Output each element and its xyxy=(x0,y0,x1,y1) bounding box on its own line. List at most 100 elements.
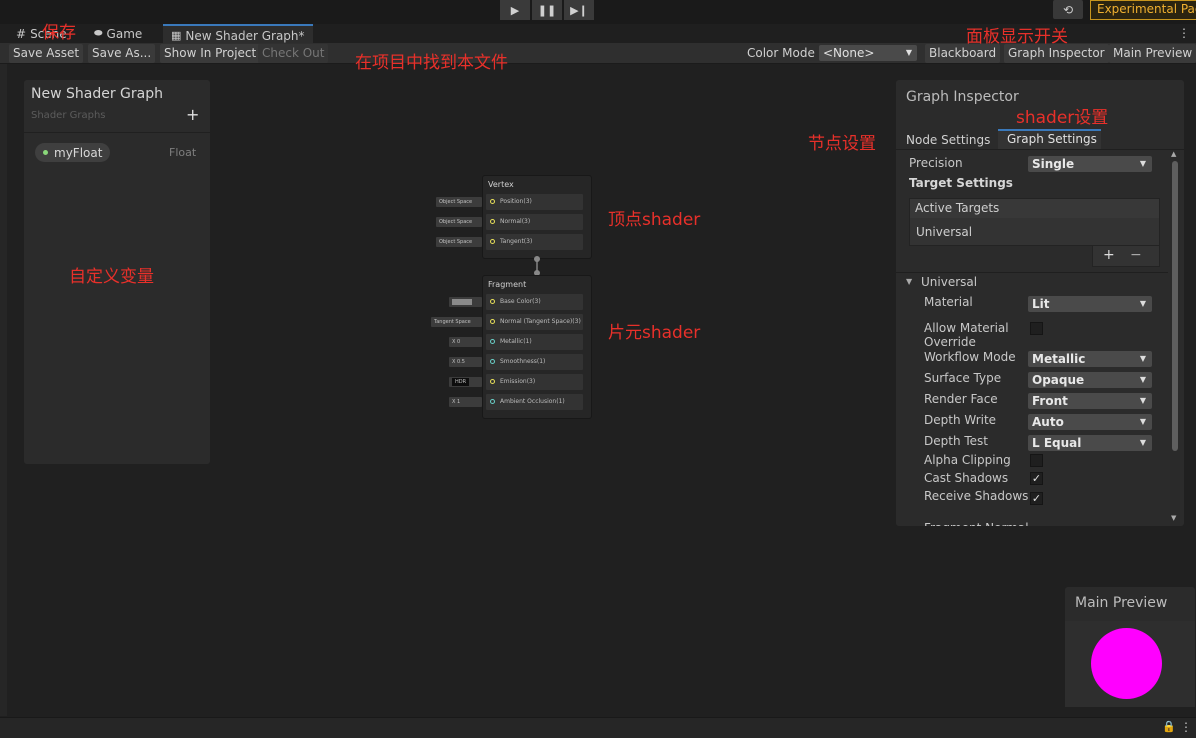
divider xyxy=(24,132,210,133)
history-button[interactable]: ⟲ xyxy=(1053,0,1083,19)
slot-port[interactable] xyxy=(490,239,495,244)
chevron-down-icon: ▼ xyxy=(1139,375,1146,384)
setting-value: Auto xyxy=(1032,415,1064,429)
slot-input-pin[interactable]: X 1 xyxy=(449,397,482,407)
setting-dropdown[interactable]: L Equal ▼ xyxy=(1028,435,1152,451)
property-pill[interactable]: myFloat xyxy=(35,143,111,162)
color-swatch[interactable] xyxy=(452,299,472,305)
annotation-shader-settings: shader设置 xyxy=(1016,108,1109,128)
setting-dropdown[interactable]: Auto ▼ xyxy=(1028,414,1152,430)
step-icon: ▶❙ xyxy=(570,3,588,17)
inspector-scrollbar[interactable]: ▲ ▼ xyxy=(1170,150,1180,526)
pause-icon: ❚❚ xyxy=(537,3,557,17)
slot-input-pin[interactable]: X 0 xyxy=(449,337,482,347)
plus-icon[interactable]: + xyxy=(1103,247,1115,263)
pause-button[interactable]: ❚❚ xyxy=(532,0,562,20)
fragment-slot[interactable]: Metallic(1) xyxy=(486,334,583,350)
slot-input-pin[interactable]: Object Space xyxy=(436,217,482,227)
slot-port[interactable] xyxy=(490,319,495,324)
slot-port[interactable] xyxy=(490,299,495,304)
slot-port[interactable] xyxy=(490,359,495,364)
annotation-find-in-project: 在项目中找到本文件 xyxy=(355,53,508,73)
setting-checkbox[interactable] xyxy=(1030,322,1043,335)
precision-dropdown[interactable]: Single ▼ xyxy=(1028,156,1152,172)
setting-dropdown[interactable]: Lit ▼ xyxy=(1028,296,1152,312)
experimental-packages-button[interactable]: Experimental Pac xyxy=(1090,0,1196,20)
fragment-slot[interactable]: Normal (Tangent Space)(3) xyxy=(486,314,583,330)
history-icon: ⟲ xyxy=(1062,2,1074,17)
scroll-up-icon[interactable]: ▲ xyxy=(1171,150,1176,158)
color-mode-dropdown[interactable]: <None> ▼ xyxy=(819,45,917,61)
setting-value: L Equal xyxy=(1032,436,1082,450)
play-icon: ▶ xyxy=(510,3,520,17)
color-mode-label: Color Mode xyxy=(747,46,815,60)
more-vert-icon[interactable]: ⋮ xyxy=(1180,720,1192,734)
fragment-slot[interactable]: Base Color(3) xyxy=(486,294,583,310)
slot-port[interactable] xyxy=(490,199,495,204)
annotation-fragment-shader: 片元shader xyxy=(608,323,701,343)
setting-checkbox[interactable]: ✓ xyxy=(1030,492,1043,505)
show-in-project-button[interactable]: Show In Project xyxy=(160,44,261,63)
annotation-save: 保存 xyxy=(42,23,76,43)
tab-graph-settings[interactable]: Graph Settings xyxy=(998,129,1101,149)
vertex-slot[interactable]: Tangent(3) xyxy=(486,234,583,250)
slot-input-pin[interactable]: X 0.5 xyxy=(449,357,482,367)
annotation-node-settings: 节点设置 xyxy=(808,134,876,154)
setting-checkbox[interactable] xyxy=(1030,454,1043,467)
tab-game[interactable]: ⬬ Game xyxy=(94,24,142,43)
main-preview-toggle-button[interactable]: Main Preview xyxy=(1109,44,1196,63)
slot-input-pin[interactable]: HDR xyxy=(449,377,482,387)
play-button[interactable]: ▶ xyxy=(500,0,530,20)
save-asset-button[interactable]: Save Asset xyxy=(9,44,84,63)
minus-icon[interactable]: − xyxy=(1130,247,1142,263)
setting-dropdown[interactable]: Opaque ▼ xyxy=(1028,372,1152,388)
setting-dropdown[interactable]: Metallic ▼ xyxy=(1028,351,1152,367)
setting-dropdown[interactable]: Front ▼ xyxy=(1028,393,1152,409)
property-type: Float xyxy=(169,146,197,159)
slot-input-pin[interactable]: Tangent Space xyxy=(431,317,482,327)
setting-label: Surface Type xyxy=(924,371,1002,385)
scrollbar-thumb[interactable] xyxy=(1172,161,1178,451)
tab-game-label: Game xyxy=(106,26,143,41)
annotation-vertex-shader: 顶点shader xyxy=(608,210,701,230)
save-as-button[interactable]: Save As... xyxy=(88,44,156,63)
chevron-down-icon: ▼ xyxy=(905,48,912,57)
vertex-slot[interactable]: Normal(3) xyxy=(486,214,583,230)
lock-icon[interactable]: 🔒 xyxy=(1162,720,1176,733)
scroll-down-icon[interactable]: ▼ xyxy=(1171,514,1176,522)
precision-value: Single xyxy=(1032,157,1075,171)
slot-input-pin[interactable]: Object Space xyxy=(436,197,482,207)
setting-checkbox[interactable]: ✓ xyxy=(1030,472,1043,485)
chevron-down-icon: ▼ xyxy=(1139,354,1146,363)
chevron-down-icon: ▼ xyxy=(1139,396,1146,405)
universal-section-header[interactable]: Universal xyxy=(921,275,977,289)
blackboard-subtitle: Shader Graphs xyxy=(31,110,106,121)
target-item-universal[interactable]: Universal xyxy=(916,225,972,239)
preview-viewport[interactable] xyxy=(1065,621,1195,707)
grid-icon: # xyxy=(16,26,27,41)
slot-port[interactable] xyxy=(490,219,495,224)
setting-label: Depth Test xyxy=(924,434,988,448)
connector-dot-top xyxy=(534,256,540,262)
main-preview-panel: Main Preview xyxy=(1065,587,1195,707)
setting-label: Depth Write xyxy=(924,413,997,427)
slot-input-pin[interactable] xyxy=(449,297,482,307)
fragment-slot[interactable]: Smoothness(1) xyxy=(486,354,583,370)
tab-shader-graph[interactable]: ▦ New Shader Graph* xyxy=(163,24,313,45)
vertex-slot[interactable]: Position(3) xyxy=(486,194,583,210)
slot-port[interactable] xyxy=(490,399,495,404)
slot-port[interactable] xyxy=(490,339,495,344)
step-button[interactable]: ▶❙ xyxy=(564,0,594,20)
check-out-button[interactable]: Check Out xyxy=(258,44,329,63)
fragment-slot[interactable]: Emission(3) xyxy=(486,374,583,390)
fragment-slot[interactable]: Ambient Occlusion(1) xyxy=(486,394,583,410)
more-vert-icon[interactable]: ⋮ xyxy=(1178,26,1190,40)
slot-input-pin[interactable]: Object Space xyxy=(436,237,482,247)
inspector-title: Graph Inspector xyxy=(906,89,1019,105)
tab-node-settings[interactable]: Node Settings xyxy=(906,133,990,147)
plus-icon[interactable]: + xyxy=(186,105,199,124)
setting-value: Metallic xyxy=(1032,352,1086,366)
hdr-swatch[interactable]: HDR xyxy=(452,378,470,386)
slot-port[interactable] xyxy=(490,379,495,384)
foldout-arrow-icon[interactable]: ▼ xyxy=(906,277,912,286)
